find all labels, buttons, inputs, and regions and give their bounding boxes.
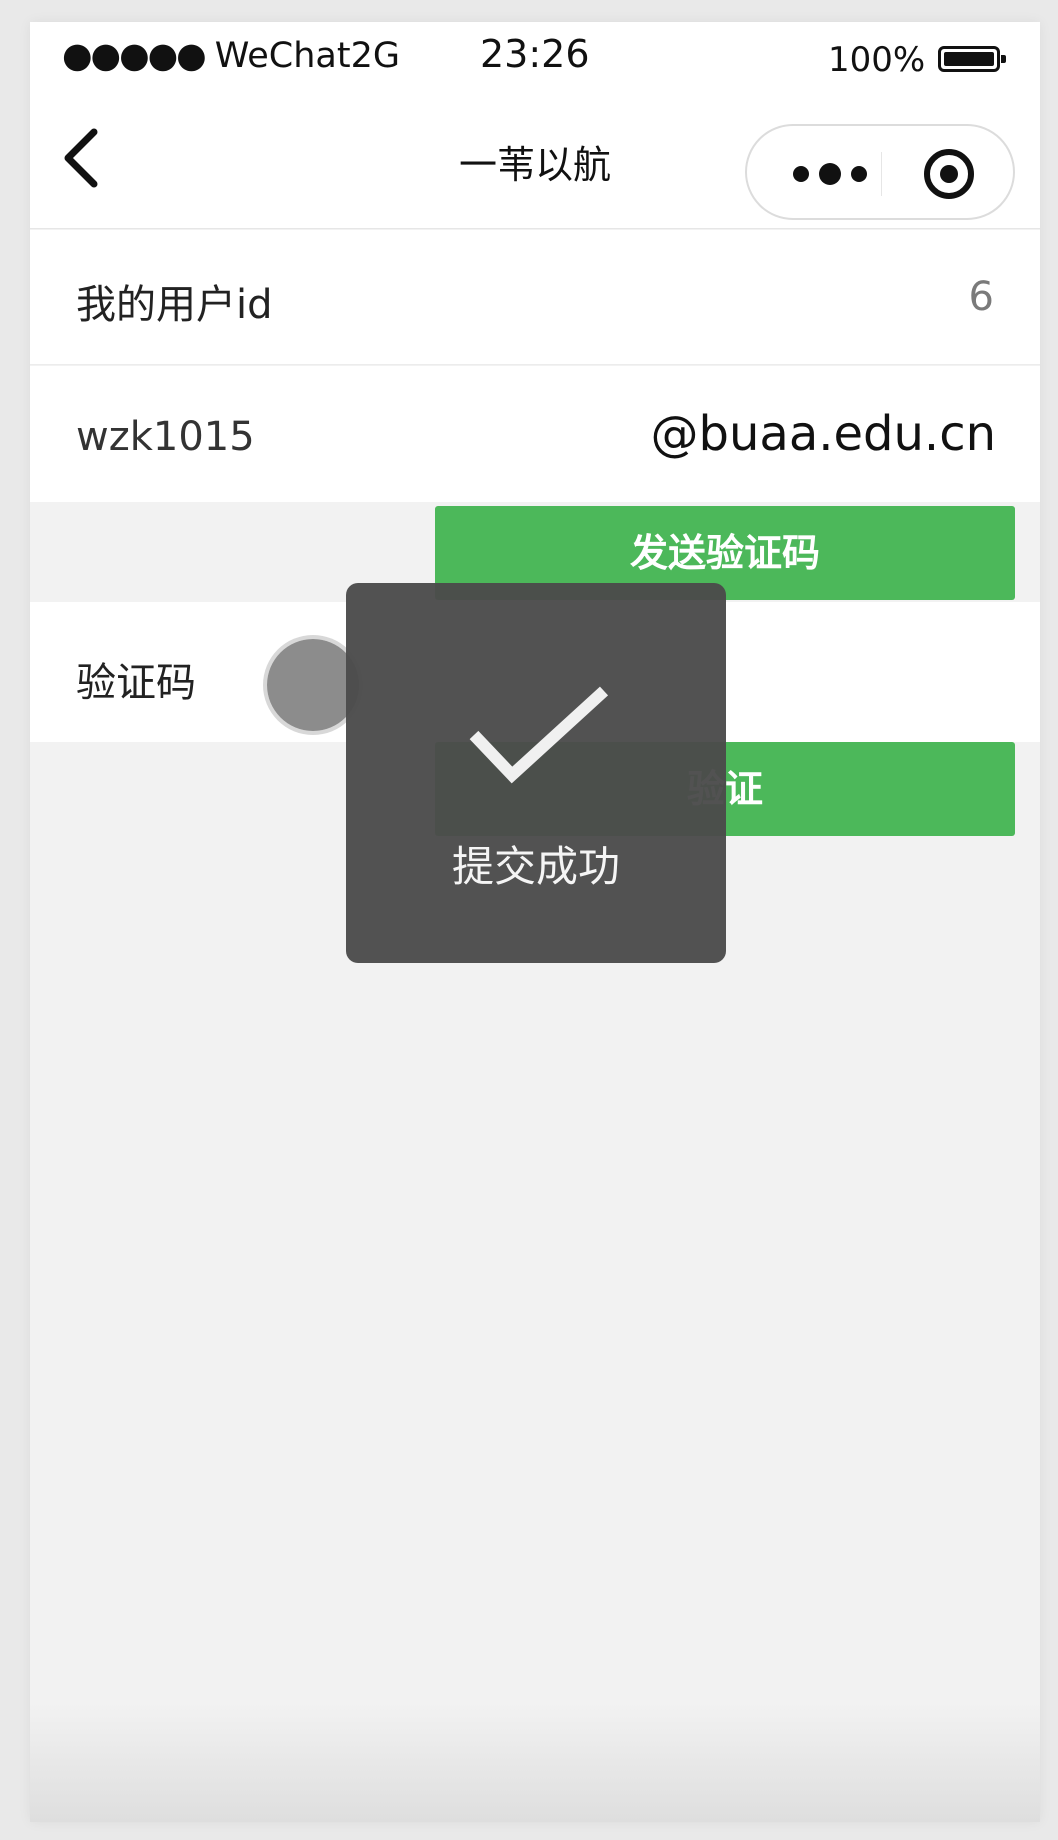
more-button[interactable] <box>775 144 885 204</box>
carrier-name: WeChat2G <box>214 36 400 76</box>
signal-dots: ●●●●● <box>62 36 207 76</box>
battery-icon <box>938 46 1006 72</box>
battery-percent: 100% <box>828 40 926 80</box>
status-bar: ●●●●● WeChat2G 23:26 100% <box>30 22 1040 92</box>
battery-fill <box>944 52 994 66</box>
status-time: 23:26 <box>480 32 590 76</box>
user-id-label: 我的用户id <box>76 282 273 328</box>
phone-screen: ●●●●● WeChat2G 23:26 100% 一苇以航 我的用户id 6 … <box>30 22 1040 1822</box>
email-row: wzk1015 @buaa.edu.cn <box>30 366 1040 502</box>
verification-code-label: 验证码 <box>76 660 196 706</box>
mini-program-capsule <box>745 124 1015 220</box>
more-dots-icon <box>793 163 867 185</box>
user-id-value: 6 <box>968 274 994 320</box>
close-program-button[interactable] <box>917 144 981 204</box>
toast-message: 提交成功 <box>451 842 620 891</box>
email-domain: @buaa.edu.cn <box>650 406 996 462</box>
navigation-bar: 一苇以航 <box>30 92 1040 229</box>
user-id-row: 我的用户id 6 <box>30 230 1040 365</box>
carrier-info: ●●●●● WeChat2G <box>62 36 400 76</box>
battery-nub <box>1001 55 1006 63</box>
email-prefix-input[interactable]: wzk1015 <box>76 414 255 460</box>
checkmark-icon <box>469 686 609 784</box>
target-icon <box>924 149 974 199</box>
success-toast: 提交成功 <box>346 583 726 963</box>
capsule-divider <box>881 152 882 196</box>
